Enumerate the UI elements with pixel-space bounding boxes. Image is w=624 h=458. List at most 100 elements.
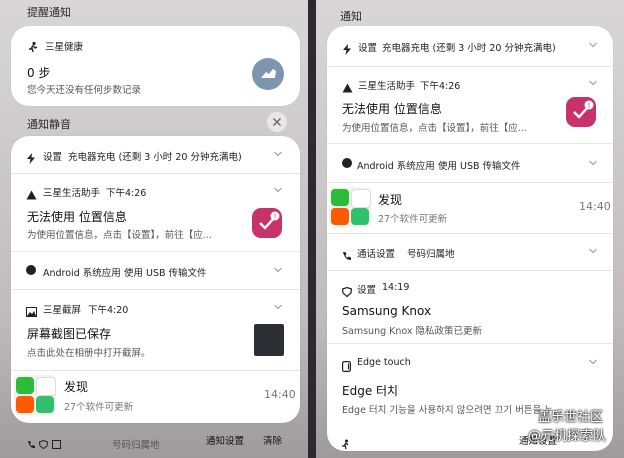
android-usb-notification[interactable]: Android 系统应用 使用 USB 传输文件 [327, 144, 613, 182]
iqiyi-icon [36, 396, 54, 413]
chevron-down-icon[interactable] [274, 304, 282, 312]
wechat-icon [331, 189, 349, 206]
image-icon [52, 434, 61, 453]
notification-settings-link[interactable]: 通知设置 [206, 433, 244, 447]
close-icon[interactable] [267, 112, 287, 132]
screenshot-subtitle: 点击此处在相册中打开截屏。 [27, 348, 151, 359]
discover-time: 14:40 [264, 388, 296, 401]
android-app-name: Android 系统应用 [43, 268, 121, 279]
assistant-subtitle: 为使用位置信息，点击【设置】，前往【应... [27, 230, 212, 241]
settings-figure-icon [341, 434, 350, 453]
assistant-app-name: 三星生活助手 [358, 81, 416, 92]
settings-bolt-icon [26, 149, 36, 168]
phone-icon [27, 434, 35, 453]
reminder-header: 提醒通知 [27, 6, 71, 19]
charging-notification[interactable]: 设置 充电器充电 (还剩 3 小时 20 分钟充满电) [327, 26, 613, 66]
screenshot-time: 下午4:20 [88, 305, 129, 316]
right-notification-panel: 通知 设置 充电器充电 (还剩 3 小时 20 分钟充满电) 三星生活助手 下午… [316, 0, 624, 458]
life-assistant-badge-icon: ! [252, 208, 282, 238]
image-icon [26, 302, 37, 321]
knox-time: 14:19 [382, 282, 410, 293]
silent-notifications-card: 设置 充电器充电 (还剩 3 小时 20 分钟充满电) 三星生活助手 下午4:2… [11, 136, 300, 423]
clear-button[interactable]: 清除 [263, 433, 282, 447]
discover-title: 发现 [378, 193, 403, 207]
charging-app-name: 设置 [43, 152, 63, 163]
qq-icon [36, 377, 56, 396]
android-text: 使用 USB 传输文件 [438, 161, 521, 172]
knox-subtitle: Samsung Knox 隐私政策已更新 [342, 326, 483, 337]
health-notification[interactable]: 三星健康 0 步 您今天还没有任何步数记录 [11, 26, 300, 106]
wechat-icon [16, 377, 34, 394]
android-usb-notification[interactable]: Android 系统应用 使用 USB 传输文件 [11, 252, 300, 289]
taobao-icon [16, 396, 34, 413]
settings-bolt-icon [342, 40, 352, 59]
app-icons-cluster [14, 375, 56, 415]
charging-text: 充电器充电 (还剩 3 小时 20 分钟充满电) [382, 43, 556, 54]
qq-icon [351, 189, 371, 208]
discover-notification[interactable]: 发现 27个软件可更新 14:40 [11, 371, 300, 423]
screenshot-notification[interactable]: 三星截屏 下午4:20 屏幕截图已保存 点击此处在相册中打开截屏。 [11, 290, 300, 370]
knox-title: Samsung Knox [342, 304, 432, 318]
footer-partial-text: 号码归属地 [112, 440, 160, 451]
assistant-subtitle: 为使用位置信息，点击【设置】，前往【应... [342, 123, 527, 134]
screenshot-thumbnail [254, 324, 284, 356]
notifications-card: 设置 充电器充电 (还剩 3 小时 20 分钟充满电) 三星生活助手 下午4:2… [327, 26, 613, 451]
screenshot-title: 屏幕截图已保存 [27, 327, 112, 341]
health-title: 0 步 [27, 66, 51, 80]
chevron-down-icon[interactable] [589, 80, 597, 88]
call-text: 号码归属地 [407, 249, 455, 260]
assistant-time: 下午4:26 [420, 81, 461, 92]
chevron-down-icon[interactable] [274, 267, 282, 275]
health-app-name: 三星健康 [45, 42, 84, 53]
health-app-icon [27, 38, 39, 57]
svg-text:!: ! [274, 213, 277, 221]
android-text: 使用 USB 传输文件 [124, 268, 207, 279]
assistant-notification[interactable]: 三星生活助手 下午4:26 无法使用 位置信息 为使用位置信息，点击【设置】，前… [327, 67, 613, 143]
watermark-line-1: 盖乐世社区 [538, 410, 604, 425]
panel-divider [308, 0, 316, 458]
call-app-name: 通话设置 [357, 249, 396, 260]
warning-icon [26, 185, 37, 204]
chevron-down-icon[interactable] [589, 160, 597, 168]
call-settings-notification[interactable]: 通话设置 号码归属地 [327, 234, 613, 270]
knox-notification[interactable]: 设置 14:19 Samsung Knox Samsung Knox 隐私政策已… [327, 271, 613, 343]
phone-icon [342, 246, 352, 265]
screenshot-app-name: 三星截屏 [43, 305, 82, 316]
chevron-down-icon[interactable] [589, 359, 597, 367]
assistant-title: 无法使用 位置信息 [342, 102, 442, 116]
discover-notification[interactable]: 发现 27个软件可更新 14:40 [327, 183, 613, 233]
knox-app-name: 设置 [357, 285, 377, 296]
left-notification-panel: 提醒通知 三星健康 0 步 您今天还没有任何步数记录 通知静音 设置 充电器充电… [0, 0, 308, 458]
android-app-name: Android 系统应用 [357, 161, 435, 172]
chevron-down-icon[interactable] [589, 42, 597, 50]
android-icon [342, 158, 352, 168]
shoe-icon[interactable] [252, 58, 284, 90]
assistant-app-name: 三星生活助手 [43, 188, 101, 199]
charging-notification[interactable]: 设置 充电器充电 (还剩 3 小时 20 分钟充满电) [11, 136, 300, 173]
assistant-time: 下午4:26 [106, 188, 147, 199]
life-assistant-badge-icon: ! [566, 97, 596, 127]
chevron-down-icon[interactable] [274, 187, 282, 195]
taobao-icon [331, 208, 349, 225]
shield-icon [38, 434, 49, 453]
assistant-notification[interactable]: 三星生活助手 下午4:26 无法使用 位置信息 为使用位置信息，点击【设置】，前… [11, 174, 300, 251]
discover-subtitle: 27个软件可更新 [64, 402, 134, 413]
android-icon [26, 265, 36, 275]
charging-app-name: 设置 [358, 43, 378, 54]
svg-text:!: ! [588, 102, 591, 110]
edge-title: Edge 터치 [342, 384, 399, 398]
charging-text: 充电器充电 (还剩 3 小时 20 分钟充满电) [68, 152, 242, 163]
discover-time: 14:40 [579, 200, 611, 213]
assistant-title: 无法使用 位置信息 [27, 210, 127, 224]
edge-app-name: Edge touch [357, 357, 411, 368]
edge-panel-icon [342, 357, 352, 376]
shield-icon [341, 282, 353, 301]
notifications-header: 通知 [340, 10, 362, 23]
watermark-line-2: @元机探索队 [528, 429, 607, 444]
edge-subtitle: Edge 터치 기능을 사용하지 않으려면 끄기 버튼을 누... [342, 405, 563, 416]
warning-icon [342, 78, 353, 97]
chevron-down-icon[interactable] [589, 248, 597, 256]
discover-subtitle: 27个软件可更新 [378, 214, 448, 225]
chevron-down-icon[interactable] [274, 151, 282, 159]
discover-title: 发现 [64, 380, 89, 394]
